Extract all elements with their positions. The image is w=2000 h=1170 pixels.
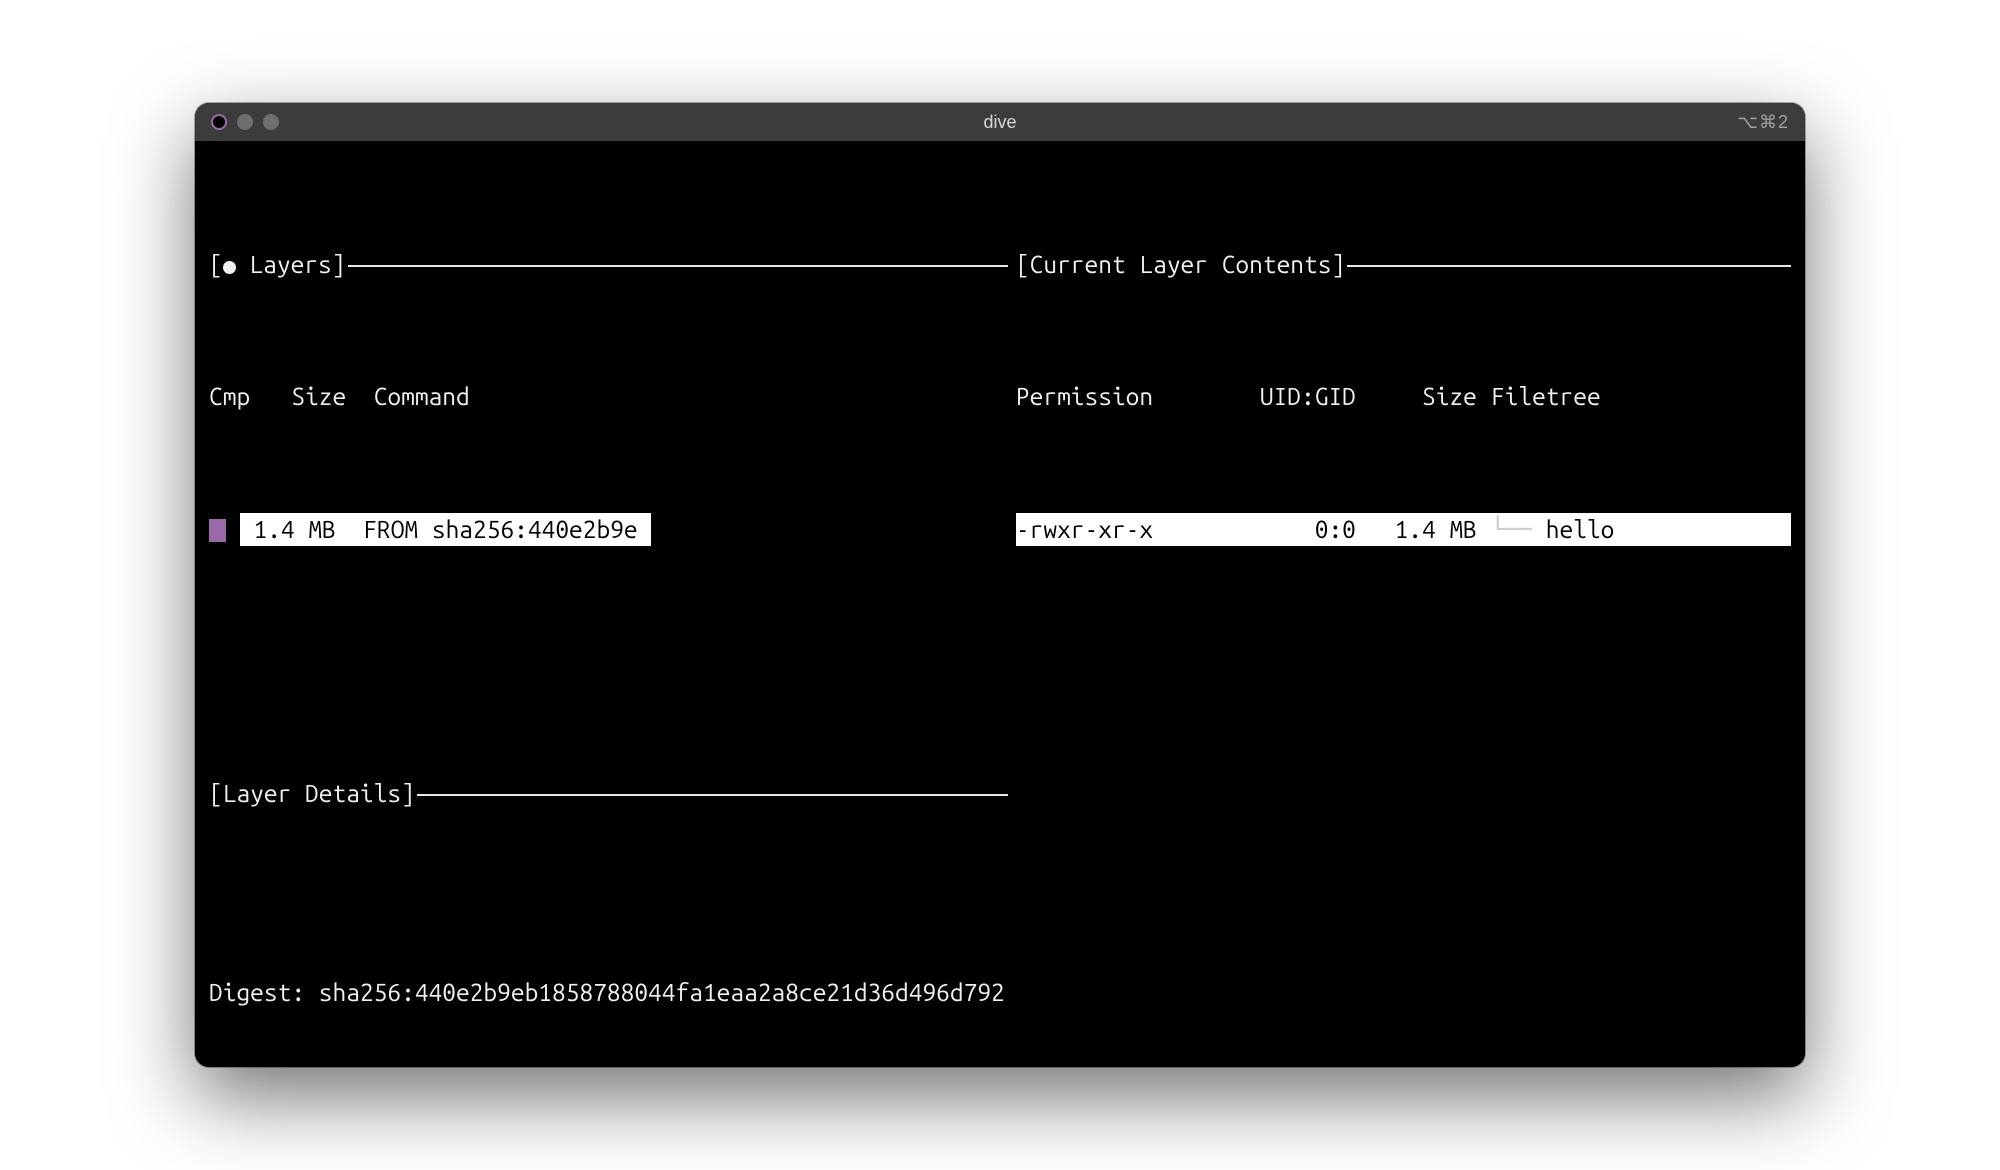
col-command: Command xyxy=(374,382,470,410)
layer-details-header: [Layer Details] xyxy=(209,777,1008,810)
tree-branch-icon: └── xyxy=(1491,515,1546,543)
file-permission: -rwxr-xr-x xyxy=(1016,513,1206,546)
contents-title: [Current Layer Contents] xyxy=(1016,248,1345,281)
close-icon[interactable] xyxy=(211,114,227,130)
maximize-icon[interactable] xyxy=(263,114,279,130)
rule-line xyxy=(348,265,1008,267)
layer-command: FROM sha256:440e2b9e xyxy=(363,515,637,543)
col-filetree: Filetree xyxy=(1491,380,1791,413)
minimize-icon[interactable] xyxy=(237,114,253,130)
bracket-close: ] xyxy=(332,250,346,278)
contents-panel-header: [Current Layer Contents] xyxy=(1016,248,1791,281)
layer-details-title: [Layer Details] xyxy=(209,777,415,810)
file-name: hello xyxy=(1546,515,1615,543)
layers-columns-header: Cmp Size Command xyxy=(209,380,1008,413)
layer-cmp-swatch xyxy=(209,519,226,542)
traffic-lights xyxy=(211,114,279,130)
layer-row-selected: 1.4 MB FROM sha256:440e2b9e xyxy=(240,513,652,546)
col-uidgid: UID:GID xyxy=(1206,380,1366,413)
cursor-dot-icon xyxy=(223,261,236,274)
bracket-open: [ xyxy=(209,250,223,278)
contents-columns-header: Permission UID:GID Size Filetree xyxy=(1016,380,1791,413)
col-size: Size xyxy=(291,382,346,410)
window-shortcut-indicator: ⌥⌘2 xyxy=(1737,112,1789,133)
layers-title: Layers xyxy=(236,250,332,278)
col-cmp: Cmp xyxy=(209,382,250,410)
rule-line xyxy=(417,794,1008,796)
file-uidgid: 0:0 xyxy=(1206,513,1366,546)
digest-label: Digest: xyxy=(209,978,305,1006)
layer-size: 1.4 MB xyxy=(253,515,335,543)
col-size: Size xyxy=(1366,380,1491,413)
right-pane: [Current Layer Contents] Permission UID:… xyxy=(1008,149,1791,1067)
titlebar: dive ⌥⌘2 xyxy=(195,103,1805,141)
digest-value-1: sha256:440e2b9eb1858788044fa1eaa2a8ce21d… xyxy=(319,978,1005,1006)
file-size: 1.4 MB xyxy=(1366,513,1491,546)
layers-panel-header: [ Layers] xyxy=(209,248,1008,281)
file-tree-cell: └── hello xyxy=(1491,513,1791,546)
digest-line: Digest: sha256:440e2b9eb1858788044fa1eaa… xyxy=(209,976,1008,1009)
left-pane: [ Layers] Cmp Size Command 1.4 MB FROM s… xyxy=(209,149,1008,1067)
terminal-body: [ Layers] Cmp Size Command 1.4 MB FROM s… xyxy=(195,141,1805,1067)
layer-row[interactable]: 1.4 MB FROM sha256:440e2b9e xyxy=(209,513,1008,546)
col-permission: Permission xyxy=(1016,380,1206,413)
file-row[interactable]: -rwxr-xr-x 0:0 1.4 MB └── hello xyxy=(1016,513,1791,546)
terminal-window: dive ⌥⌘2 [ Layers] Cmp Size Command 1.4 … xyxy=(195,103,1805,1067)
window-title: dive xyxy=(195,112,1805,133)
rule-line xyxy=(1347,265,1791,267)
